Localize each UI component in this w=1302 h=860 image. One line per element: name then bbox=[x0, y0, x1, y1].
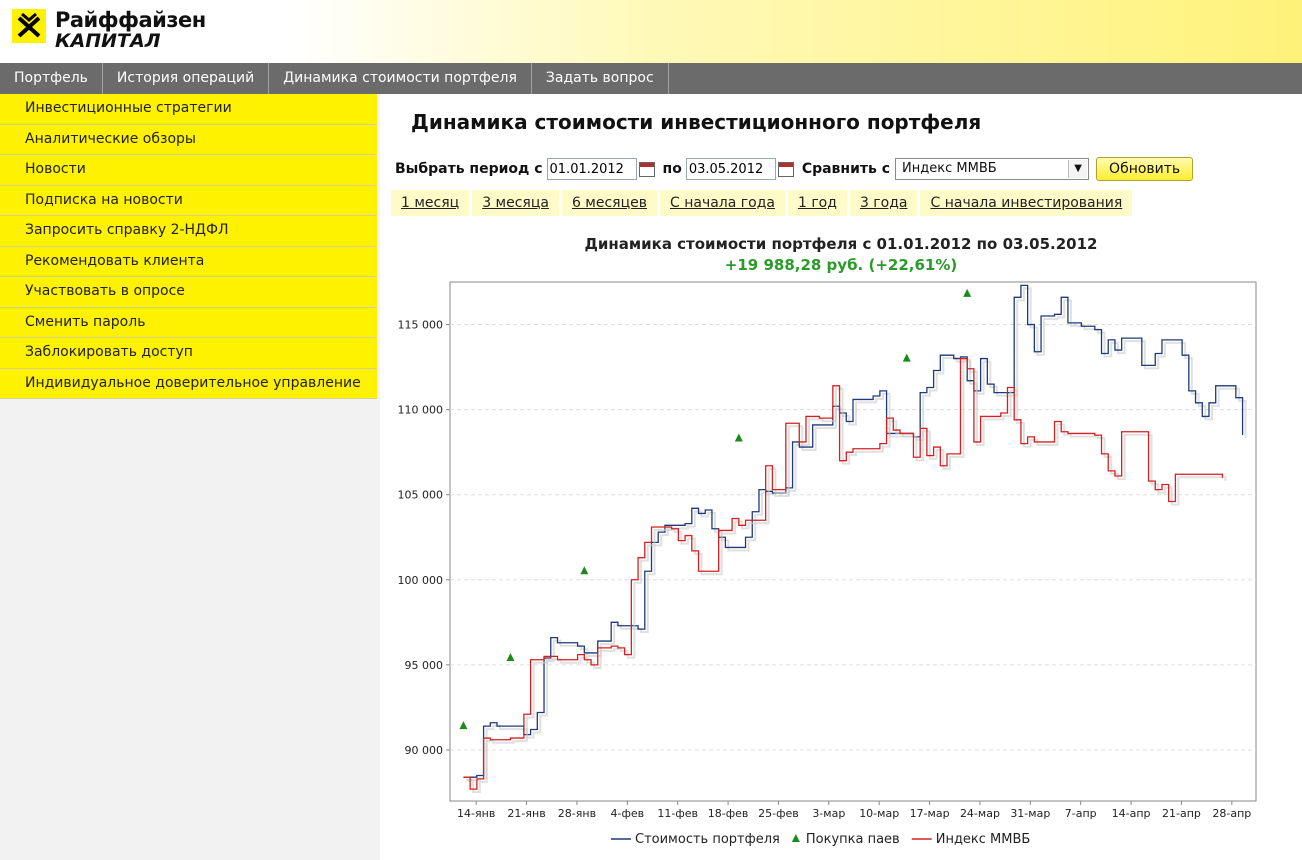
x-tick-label: 28-апр bbox=[1212, 807, 1251, 820]
plot-area bbox=[449, 281, 1257, 802]
sidebar-item-recommend[interactable]: Рекомендовать клиента bbox=[0, 246, 377, 277]
x-tick-label: 17-мар bbox=[910, 807, 950, 820]
x-tick-label: 31-мар bbox=[1010, 807, 1050, 820]
sidebar-item-strategies[interactable]: Инвестиционные стратегии bbox=[0, 94, 377, 125]
x-tick-label: 21-янв bbox=[507, 807, 545, 820]
portfolio-chart: 90 000 95 000 100 000 105 000 110 000 115 000… bbox=[398, 281, 1257, 847]
x-tick-label: 11-фев bbox=[657, 807, 698, 820]
legend-purchase-label: Покупка паев bbox=[806, 832, 900, 847]
nav-ask-question[interactable]: Задать вопрос bbox=[532, 63, 669, 94]
sidebar: Инвестиционные стратегии Аналитические о… bbox=[0, 94, 380, 860]
y-tick-label: 90 000 bbox=[405, 744, 444, 757]
y-tick-label: 100 000 bbox=[398, 574, 444, 587]
legend-index-label: Индекс ММВБ bbox=[936, 832, 1031, 847]
header: Райффайзен КАПИТАЛ bbox=[0, 0, 1302, 63]
x-tick-label: 18-фев bbox=[708, 807, 749, 820]
x-tick-label: 25-фев bbox=[758, 807, 799, 820]
x-tick-label: 3-мар bbox=[812, 807, 845, 820]
x-tick-label: 10-мар bbox=[859, 807, 899, 820]
sidebar-item-change-password[interactable]: Сменить пароль bbox=[0, 307, 377, 338]
x-tick-label: 14-апр bbox=[1112, 807, 1151, 820]
sidebar-item-news[interactable]: Новости bbox=[0, 155, 377, 186]
legend-purchase-swatch bbox=[791, 834, 800, 842]
raiffeisen-logo-icon[interactable] bbox=[12, 9, 46, 43]
brand-subname: КАПИТАЛ bbox=[55, 30, 161, 52]
y-tick-label: 115 000 bbox=[398, 319, 444, 332]
y-tick-label: 105 000 bbox=[398, 489, 444, 502]
legend-portfolio-label: Стоимость портфеля bbox=[635, 832, 780, 847]
x-tick-label: 28-янв bbox=[558, 807, 596, 820]
x-tick-label: 21-апр bbox=[1162, 807, 1201, 820]
sidebar-item-survey[interactable]: Участвовать в опросе bbox=[0, 277, 377, 308]
y-tick-label: 110 000 bbox=[398, 404, 444, 417]
x-tick-label: 24-мар bbox=[960, 807, 1000, 820]
x-tick-label: 4-фев bbox=[611, 807, 645, 820]
sidebar-item-subscription[interactable]: Подписка на новости bbox=[0, 185, 377, 216]
nav-portfolio-dynamics[interactable]: Динамика стоимости портфеля bbox=[269, 63, 532, 94]
brand-name: Райффайзен bbox=[55, 8, 206, 32]
top-navigation: Портфель История операций Динамика стоим… bbox=[0, 63, 1302, 94]
y-tick-label: 95 000 bbox=[405, 659, 444, 672]
nav-portfolio[interactable]: Портфель bbox=[0, 63, 103, 94]
sidebar-item-tax-certificate[interactable]: Запросить справку 2-НДФЛ bbox=[0, 216, 377, 247]
x-tick-label: 14-янв bbox=[457, 807, 495, 820]
x-tick-label: 7-апр bbox=[1065, 807, 1097, 820]
sidebar-item-trust-management[interactable]: Индивидуальное доверительное управление bbox=[0, 368, 377, 399]
main-content: Динамика стоимости инвестиционного портф… bbox=[380, 94, 1302, 860]
nav-operations-history[interactable]: История операций bbox=[103, 63, 270, 94]
sidebar-item-block-access[interactable]: Заблокировать доступ bbox=[0, 338, 377, 369]
sidebar-item-reviews[interactable]: Аналитические обзоры bbox=[0, 124, 377, 155]
